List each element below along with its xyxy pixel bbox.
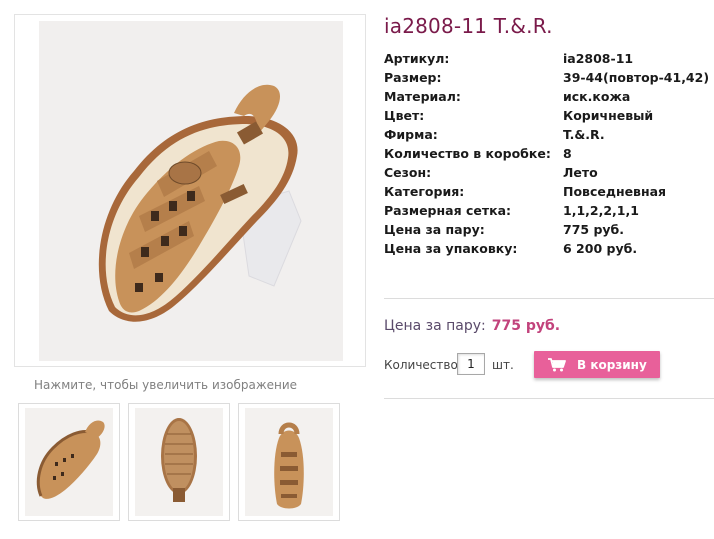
spec-value: 39-44(повтор-41,42) <box>563 70 710 85</box>
shopping-cart-icon <box>548 357 566 371</box>
spec-row-size-grid: Размерная сетка: 1,1,2,2,1,1 <box>384 203 714 222</box>
thumbnail-image <box>274 422 304 509</box>
spec-label: Фирма: <box>384 127 438 142</box>
spec-row-pair-price: Цена за пару: 775 руб. <box>384 222 714 241</box>
spec-label: Материал: <box>384 89 461 104</box>
main-product-image[interactable] <box>14 14 366 367</box>
spec-label: Цена за пару: <box>384 222 485 237</box>
thumbnail-image <box>161 418 197 502</box>
spec-value: иск.кожа <box>563 89 631 104</box>
spec-label: Размер: <box>384 70 442 85</box>
price-line: Цена за пару: 775 руб. <box>384 318 560 334</box>
spec-table: Артикул: ia2808-11 Размер: 39-44(повтор-… <box>384 51 714 260</box>
spec-value: Лето <box>563 165 598 180</box>
spec-label: Количество в коробке: <box>384 146 551 161</box>
spec-value: T.&.R. <box>563 127 605 142</box>
spec-row-pack-price: Цена за упаковку: 6 200 руб. <box>384 241 714 260</box>
price-label: Цена за пару: <box>384 318 486 334</box>
thumbnail-sole-view[interactable] <box>128 403 230 521</box>
thumbnail-image <box>36 420 105 499</box>
spec-label: Цвет: <box>384 108 425 123</box>
product-title: ia2808-11 T.&.R. <box>384 14 553 38</box>
divider <box>384 298 714 299</box>
spec-row-size: Размер: 39-44(повтор-41,42) <box>384 70 714 89</box>
add-to-cart-button[interactable]: В корзину <box>534 351 660 378</box>
price-value: 775 руб. <box>491 318 561 334</box>
zoom-hint[interactable]: Нажмите, чтобы увеличить изображение <box>34 378 297 392</box>
spec-row-category: Категория: Повседневная <box>384 184 714 203</box>
spec-label: Размерная сетка: <box>384 203 512 218</box>
divider <box>384 398 714 399</box>
spec-label: Артикул: <box>384 51 450 66</box>
spec-row-article: Артикул: ia2808-11 <box>384 51 714 70</box>
thumbnail-front-view[interactable] <box>238 403 340 521</box>
spec-row-brand: Фирма: T.&.R. <box>384 127 714 146</box>
spec-label: Категория: <box>384 184 465 199</box>
quantity-label: Количество <box>384 358 458 372</box>
sandal-photo <box>98 84 302 322</box>
spec-value: 8 <box>563 146 572 161</box>
spec-value: ia2808-11 <box>563 51 634 66</box>
spec-value: 1,1,2,2,1,1 <box>563 203 639 218</box>
thumbnail-side-view[interactable] <box>18 403 120 521</box>
spec-row-box-quantity: Количество в коробке: 8 <box>384 146 714 165</box>
add-to-cart-label: В корзину <box>577 357 647 372</box>
quantity-input[interactable] <box>457 353 485 375</box>
spec-value: 775 руб. <box>563 222 625 237</box>
spec-value: Коричневый <box>563 108 654 123</box>
spec-label: Цена за упаковку: <box>384 241 518 256</box>
spec-row-material: Материал: иск.кожа <box>384 89 714 108</box>
spec-row-color: Цвет: Коричневый <box>384 108 714 127</box>
spec-row-season: Сезон: Лето <box>384 165 714 184</box>
spec-value: Повседневная <box>563 184 667 199</box>
spec-label: Сезон: <box>384 165 432 180</box>
quantity-unit: шт. <box>492 358 514 372</box>
spec-value: 6 200 руб. <box>563 241 638 256</box>
